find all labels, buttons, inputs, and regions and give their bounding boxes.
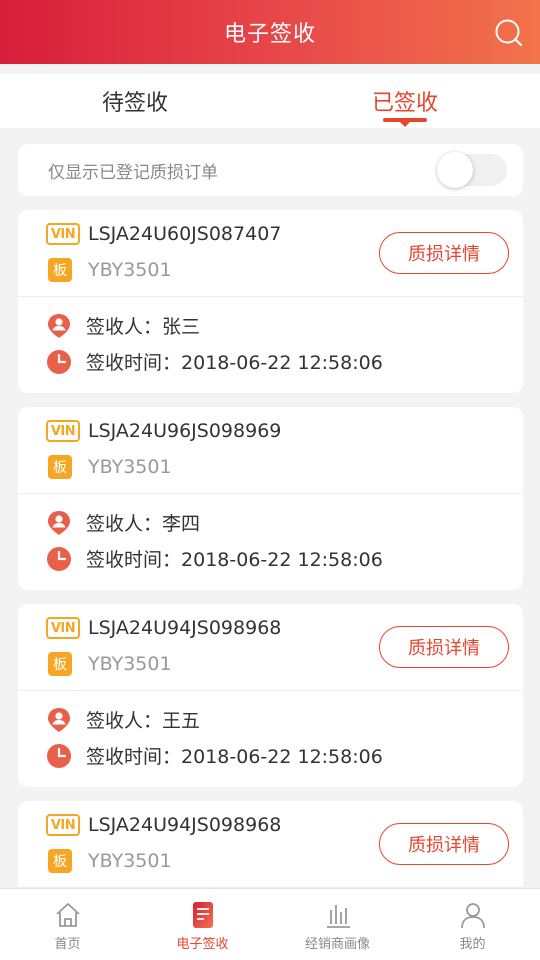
receiver-name: 王五 bbox=[162, 710, 201, 732]
ban-badge: 板 bbox=[48, 455, 72, 479]
card-divider bbox=[18, 690, 523, 691]
plate-number: YBY3501 bbox=[88, 259, 172, 281]
plate-row: 板 YBY3501 bbox=[46, 652, 172, 676]
person-icon bbox=[48, 510, 70, 535]
filter-label: 仅显示已登记质损订单 bbox=[48, 162, 218, 183]
person-icon bbox=[48, 707, 70, 732]
vin-badge: VIN bbox=[46, 617, 80, 639]
sign-time: 2018-06-22 12:58:06 bbox=[181, 352, 383, 374]
tab-label: 已签收 bbox=[371, 91, 438, 116]
time-row: 签收时间：2018-06-22 12:58:06 bbox=[46, 348, 383, 375]
sign-time: 2018-06-22 12:58:06 bbox=[181, 549, 383, 571]
home-icon bbox=[55, 902, 80, 927]
time-row: 签收时间：2018-06-22 12:58:06 bbox=[46, 545, 383, 572]
receiver-label: 签收人： bbox=[86, 316, 163, 338]
time-label: 签收时间： bbox=[86, 746, 182, 768]
toggle-knob bbox=[437, 152, 473, 188]
card-vehicle-section: VIN LSJA24U94JS098968 板 YBY3501 质损详情 bbox=[18, 604, 523, 690]
vin-number: LSJA24U94JS098968 bbox=[88, 617, 282, 639]
receiver-text: 签收人：李四 bbox=[86, 509, 200, 536]
document-icon bbox=[192, 901, 213, 928]
person-icon bbox=[48, 313, 70, 338]
app-header: 电子签收 bbox=[0, 0, 540, 64]
clock-icon bbox=[47, 546, 71, 571]
ban-badge: 板 bbox=[48, 849, 72, 873]
card-divider bbox=[18, 493, 523, 494]
ban-badge: 板 bbox=[48, 258, 72, 282]
tabbar-item-mine[interactable]: 我的 bbox=[405, 889, 540, 960]
plate-row: 板 YBY3501 bbox=[46, 258, 172, 282]
vin-row: VIN LSJA24U60JS087407 bbox=[46, 223, 281, 245]
vin-badge: VIN bbox=[46, 814, 80, 836]
damage-filter-row: 仅显示已登记质损订单 bbox=[18, 144, 523, 196]
card-vehicle-section: VIN LSJA24U60JS087407 板 YBY3501 质损详情 bbox=[18, 210, 523, 296]
tab-pending[interactable]: 待签收 bbox=[0, 74, 270, 128]
time-text: 签收时间：2018-06-22 12:58:06 bbox=[86, 742, 383, 769]
receiver-text: 签收人：王五 bbox=[86, 706, 200, 733]
time-text: 签收时间：2018-06-22 12:58:06 bbox=[86, 545, 383, 572]
tabbar-item-esign[interactable]: 电子签收 bbox=[135, 889, 270, 960]
tabbar-item-home[interactable]: 首页 bbox=[0, 889, 135, 960]
damage-detail-button[interactable]: 质损详情 bbox=[379, 823, 509, 865]
time-label: 签收时间： bbox=[86, 352, 182, 374]
signed-order-card[interactable]: VIN LSJA24U96JS098969 板 YBY3501 签收人：李四签收时间：2… bbox=[18, 407, 523, 590]
bottom-tabbar: 首页 电子签收 经销商画像 我的 bbox=[0, 888, 540, 960]
vin-number: LSJA24U96JS098969 bbox=[88, 420, 282, 442]
vin-row: VIN LSJA24U94JS098968 bbox=[46, 617, 281, 639]
plate-number: YBY3501 bbox=[88, 850, 172, 872]
bar-chart-icon bbox=[326, 904, 350, 928]
vin-badge: VIN bbox=[46, 420, 80, 442]
vin-number: LSJA24U60JS087407 bbox=[88, 223, 282, 245]
plate-number: YBY3501 bbox=[88, 653, 172, 675]
ban-badge: 板 bbox=[48, 652, 72, 676]
card-vehicle-section: VIN LSJA24U94JS098968 板 YBY3501 质损详情 bbox=[18, 801, 523, 887]
tabbar-label: 我的 bbox=[459, 936, 486, 952]
tab-signed[interactable]: 已签收 bbox=[270, 74, 540, 128]
time-text: 签收时间：2018-06-22 12:58:06 bbox=[86, 348, 383, 375]
damage-detail-button[interactable]: 质损详情 bbox=[379, 232, 509, 274]
signed-order-card[interactable]: VIN LSJA24U60JS087407 板 YBY3501 质损详情 签收人：张三 签收… bbox=[18, 210, 523, 393]
page-title: 电子签收 bbox=[223, 22, 316, 47]
clock-icon bbox=[47, 349, 71, 374]
tabbar-label: 经销商画像 bbox=[304, 936, 370, 952]
signed-order-card[interactable]: VIN LSJA24U94JS098968 板 YBY3501 质损详情 签收人：王五 签收… bbox=[18, 604, 523, 787]
tab-label: 待签收 bbox=[101, 91, 168, 116]
receiver-name: 李四 bbox=[162, 513, 201, 535]
card-vehicle-section: VIN LSJA24U96JS098969 板 YBY3501 bbox=[18, 407, 523, 493]
receiver-row: 签收人：王五 bbox=[46, 706, 200, 733]
damage-detail-button[interactable]: 质损详情 bbox=[379, 626, 509, 668]
vin-number: LSJA24U94JS098968 bbox=[88, 814, 282, 836]
receiver-name: 张三 bbox=[162, 316, 201, 338]
vin-badge: VIN bbox=[46, 223, 80, 245]
receiver-text: 签收人：张三 bbox=[86, 312, 200, 339]
clock-icon bbox=[47, 743, 71, 768]
time-label: 签收时间： bbox=[86, 549, 182, 571]
sign-time: 2018-06-22 12:58:06 bbox=[181, 746, 383, 768]
receiver-row: 签收人：李四 bbox=[46, 509, 200, 536]
time-row: 签收时间：2018-06-22 12:58:06 bbox=[46, 742, 383, 769]
tab-indicator bbox=[383, 118, 427, 122]
vin-row: VIN LSJA24U96JS098969 bbox=[46, 420, 281, 442]
plate-number: YBY3501 bbox=[88, 456, 172, 478]
damage-filter-toggle[interactable] bbox=[437, 152, 507, 188]
tabbar-label: 首页 bbox=[54, 936, 81, 952]
plate-row: 板 YBY3501 bbox=[46, 849, 172, 873]
tabbar-label: 电子签收 bbox=[176, 936, 229, 952]
tab-bar: 待签收 已签收 bbox=[0, 74, 540, 128]
search-icon[interactable] bbox=[494, 18, 524, 48]
tabbar-item-dealer[interactable]: 经销商画像 bbox=[270, 889, 405, 960]
vin-row: VIN LSJA24U94JS098968 bbox=[46, 814, 281, 836]
card-divider bbox=[18, 296, 523, 297]
plate-row: 板 YBY3501 bbox=[46, 455, 172, 479]
receiver-label: 签收人： bbox=[86, 513, 163, 535]
receiver-label: 签收人： bbox=[86, 710, 163, 732]
receiver-row: 签收人：张三 bbox=[46, 312, 200, 339]
user-icon bbox=[460, 902, 485, 928]
